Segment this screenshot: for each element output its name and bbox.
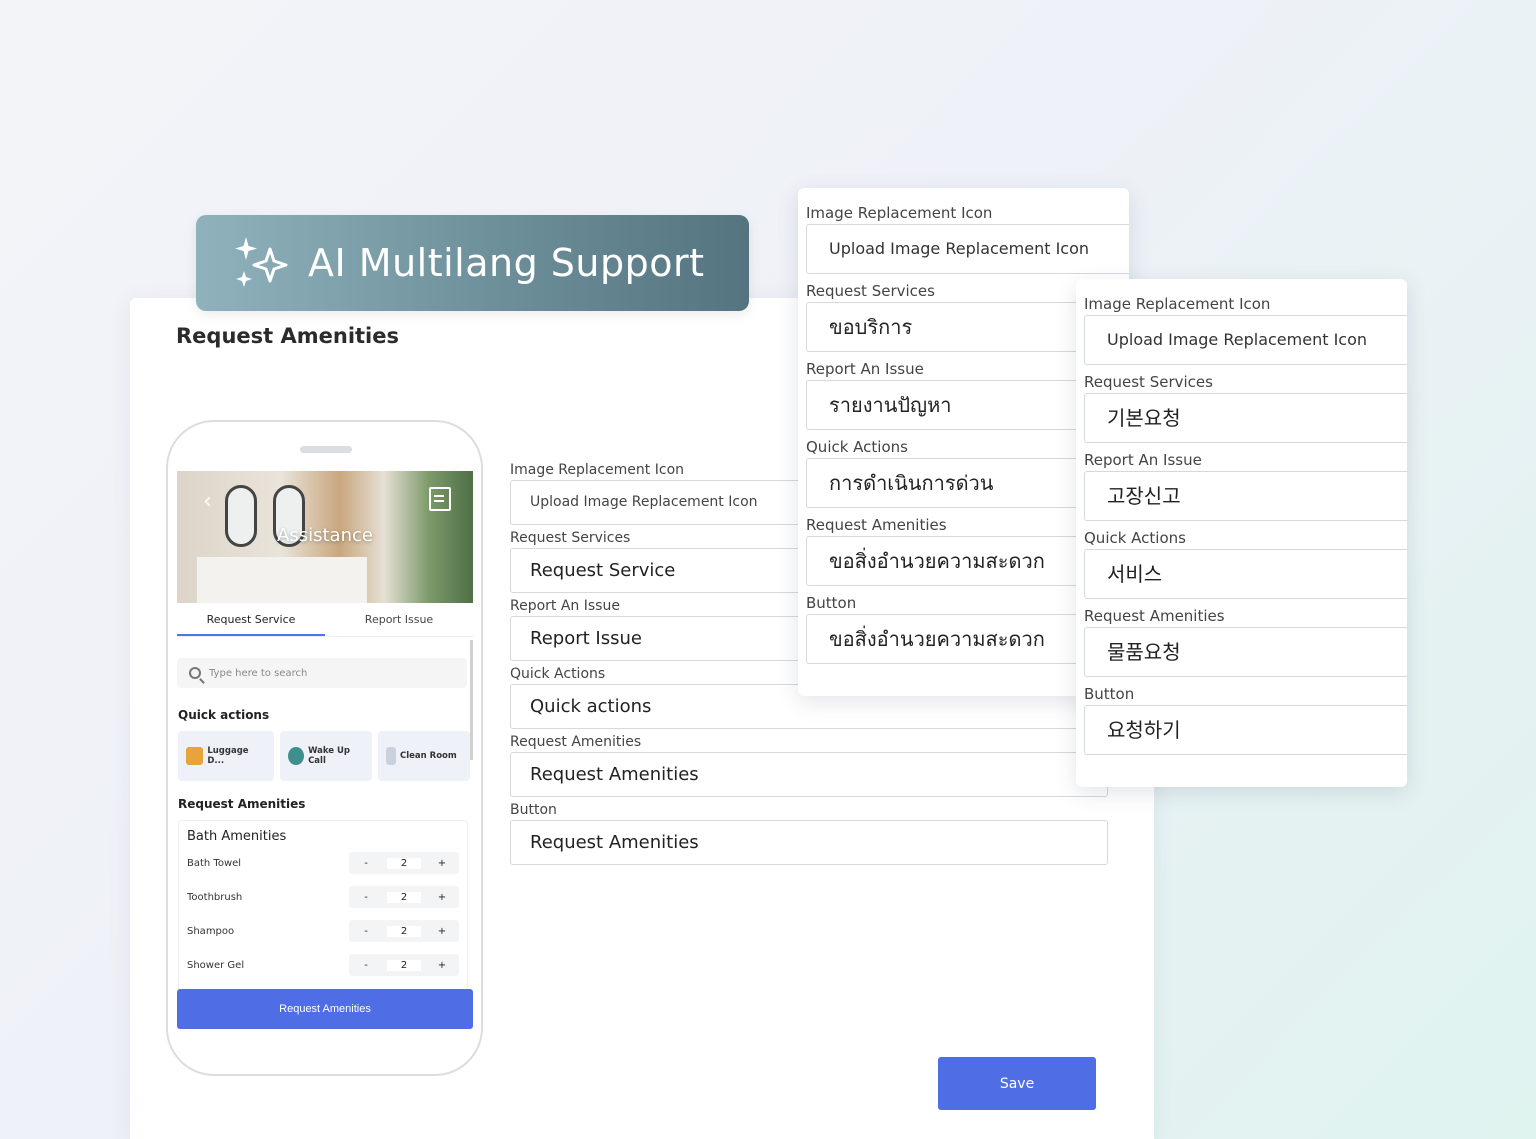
amenity-name: Toothbrush	[187, 891, 243, 903]
phone-search-input[interactable]: Type here to search	[177, 658, 467, 688]
quantity-stepper: -2 +	[349, 852, 459, 874]
increment-button[interactable]: +	[425, 858, 459, 869]
quantity-stepper: -2 +	[349, 920, 459, 942]
list-item: Bath Towel -2 +	[187, 846, 459, 880]
luggage-icon	[186, 747, 204, 765]
amenity-name: Shower Gel	[187, 959, 245, 971]
field-label-quick-actions: Quick Actions	[1084, 529, 1186, 547]
quantity-stepper: -2 +	[349, 954, 459, 976]
field-label-image-icon: Image Replacement Icon	[806, 204, 993, 222]
quantity-value[interactable]: 2	[387, 959, 421, 971]
sparkle-icon	[235, 237, 288, 287]
tab-report-issue[interactable]: Report Issue	[325, 603, 473, 636]
increment-button[interactable]: +	[425, 960, 459, 971]
quantity-value[interactable]: 2	[387, 925, 421, 937]
amenity-name: Bath Towel	[187, 857, 242, 869]
request-amenities-input[interactable]: Request Amenities	[510, 752, 1108, 797]
cleaning-icon	[386, 747, 396, 765]
search-icon	[189, 667, 201, 679]
increment-button[interactable]: +	[425, 926, 459, 937]
quick-actions-row: Luggage D... Wake Up Call Clean Room	[178, 731, 470, 781]
request-amenities-button[interactable]: Request Amenities	[177, 989, 473, 1029]
quantity-stepper: -2 +	[349, 886, 459, 908]
hero-title: Assistance	[277, 525, 373, 546]
report-issue-input[interactable]: 고장신고	[1084, 471, 1407, 521]
search-placeholder: Type here to search	[209, 667, 308, 679]
request-amenities-input[interactable]: 물품요청	[1084, 627, 1407, 677]
quantity-value[interactable]: 2	[387, 857, 421, 869]
ai-multilang-banner: AI Multilang Support	[196, 215, 749, 311]
back-icon[interactable]: ‹	[203, 489, 212, 514]
quantity-value[interactable]: 2	[387, 891, 421, 903]
field-label-report-issue: Report An Issue	[1084, 451, 1202, 469]
quick-actions-input[interactable]: 서비스	[1084, 549, 1407, 599]
request-amenities-title: Request Amenities	[178, 797, 306, 811]
tab-request-service[interactable]: Request Service	[177, 603, 325, 636]
decrement-button[interactable]: -	[349, 960, 383, 971]
field-label-request-services: Request Services	[1084, 373, 1213, 391]
banner-title: AI Multilang Support	[308, 241, 705, 285]
button-label-input[interactable]: Request Amenities	[510, 820, 1108, 865]
amenities-group-title: Bath Amenities	[187, 829, 287, 844]
quick-action-wake-up-call[interactable]: Wake Up Call	[280, 731, 372, 781]
increment-button[interactable]: +	[425, 892, 459, 903]
save-button[interactable]: Save	[938, 1057, 1096, 1110]
amenities-list: Bath Amenities Bath Towel -2 + Toothbrush…	[178, 820, 468, 995]
decrement-button[interactable]: -	[349, 858, 383, 869]
field-label-request-amenities: Request Amenities	[510, 734, 642, 750]
quick-action-luggage[interactable]: Luggage D...	[178, 731, 274, 781]
quick-action-label: Luggage D...	[207, 746, 249, 766]
field-label-request-amenities: Request Amenities	[1084, 607, 1225, 625]
field-label-image-icon: Image Replacement Icon	[1084, 295, 1271, 313]
page-title: Request Amenities	[176, 324, 399, 348]
amenity-name: Shampoo	[187, 925, 235, 937]
quick-action-label: Wake Up Call	[308, 746, 351, 766]
list-item: Toothbrush -2 +	[187, 880, 459, 914]
phone-tabs: Request Service Report Issue	[177, 603, 473, 637]
field-label-button: Button	[1084, 685, 1135, 703]
scrollbar[interactable]	[470, 640, 473, 760]
quick-actions-title: Quick actions	[178, 708, 270, 722]
quick-action-label: Clean Room	[400, 751, 457, 761]
document-icon[interactable]	[429, 487, 451, 511]
phone-notch	[300, 446, 352, 453]
upload-image-icon-field[interactable]: Upload Image Replacement Icon	[1084, 315, 1407, 365]
korean-translation-card: Image Replacement Icon Upload Image Repl…	[1076, 279, 1407, 787]
hero-image: ‹ Assistance	[177, 471, 473, 603]
phone-preview: ‹ Assistance Request Service Report Issu…	[166, 420, 483, 1076]
decrement-button[interactable]: -	[349, 892, 383, 903]
list-item: Shower Gel -2 +	[187, 948, 459, 982]
phone-call-icon	[288, 747, 305, 765]
decrement-button[interactable]: -	[349, 926, 383, 937]
field-label-button: Button	[510, 802, 557, 818]
quick-action-clean-room[interactable]: Clean Room	[378, 731, 470, 781]
vanity-shape	[197, 557, 367, 603]
button-label-input[interactable]: 요청하기	[1084, 705, 1407, 755]
request-services-input[interactable]: 기본요청	[1084, 393, 1407, 443]
list-item: Shampoo -2 +	[187, 914, 459, 948]
upload-image-icon-field[interactable]: Upload Image Replacement Icon	[806, 224, 1129, 274]
